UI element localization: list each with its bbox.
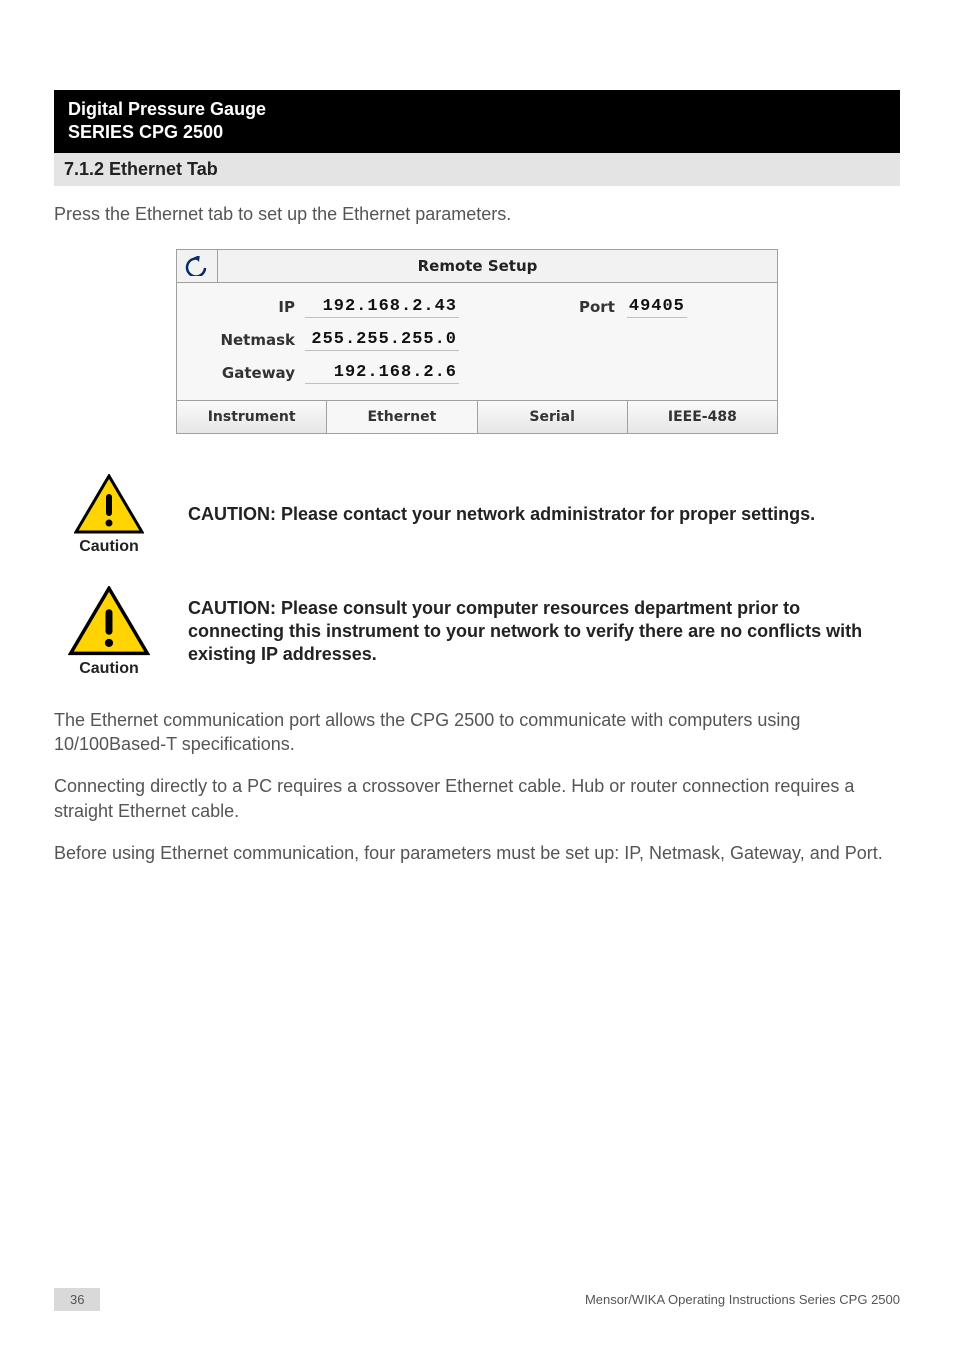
paragraph-1: The Ethernet communication port allows t…	[54, 708, 900, 757]
remote-setup-panel: Remote Setup IP 192.168.2.43 Port 49405 …	[176, 249, 778, 434]
caution-text-2: CAUTION: Please consult your computer re…	[188, 597, 900, 667]
port-label: Port	[579, 298, 627, 316]
intro-paragraph: Press the Ethernet tab to set up the Eth…	[54, 204, 900, 225]
ip-field[interactable]: 192.168.2.43	[305, 297, 459, 318]
page-number: 36	[54, 1288, 100, 1311]
panel-title-row: Remote Setup	[177, 250, 777, 283]
section-heading: 7.1.2 Ethernet Tab	[54, 153, 900, 186]
caution-block-1: Caution CAUTION: Please contact your net…	[54, 474, 900, 556]
panel-title: Remote Setup	[178, 251, 777, 281]
tab-serial[interactable]: Serial	[478, 401, 628, 433]
footer: 36 Mensor/WIKA Operating Instructions Se…	[54, 1288, 900, 1311]
caution-label-2: Caution	[54, 660, 164, 678]
netmask-field[interactable]: 255.255.255.0	[305, 330, 459, 351]
footer-text: Mensor/WIKA Operating Instructions Serie…	[100, 1292, 900, 1307]
tab-ethernet[interactable]: Ethernet	[327, 401, 477, 433]
panel-body: IP 192.168.2.43 Port 49405 Netmask 255.2…	[177, 283, 777, 400]
paragraph-3: Before using Ethernet communication, fou…	[54, 841, 900, 865]
tab-instrument[interactable]: Instrument	[177, 401, 327, 433]
gateway-field[interactable]: 192.168.2.6	[305, 363, 459, 384]
paragraph-2: Connecting directly to a PC requires a c…	[54, 774, 900, 823]
header-line1: Digital Pressure Gauge	[68, 99, 266, 119]
caution-icon-1: Caution	[54, 474, 164, 556]
warning-triangle-icon	[68, 586, 150, 658]
caution-text-1: CAUTION: Please contact your network adm…	[188, 503, 815, 526]
tab-ieee488[interactable]: IEEE-488	[628, 401, 777, 433]
ip-label: IP	[203, 298, 305, 316]
caution-label-1: Caution	[54, 538, 164, 556]
warning-triangle-icon	[74, 474, 144, 536]
header-line2: SERIES CPG 2500	[68, 121, 886, 144]
caution-icon-2: Caution	[54, 586, 164, 678]
netmask-label: Netmask	[203, 331, 305, 349]
port-field[interactable]: 49405	[627, 297, 687, 318]
caution-block-2: Caution CAUTION: Please consult your com…	[54, 586, 900, 678]
panel-tabs: Instrument Ethernet Serial IEEE-488	[177, 400, 777, 433]
header-bar: Digital Pressure Gauge SERIES CPG 2500	[54, 90, 900, 153]
gateway-label: Gateway	[203, 364, 305, 382]
